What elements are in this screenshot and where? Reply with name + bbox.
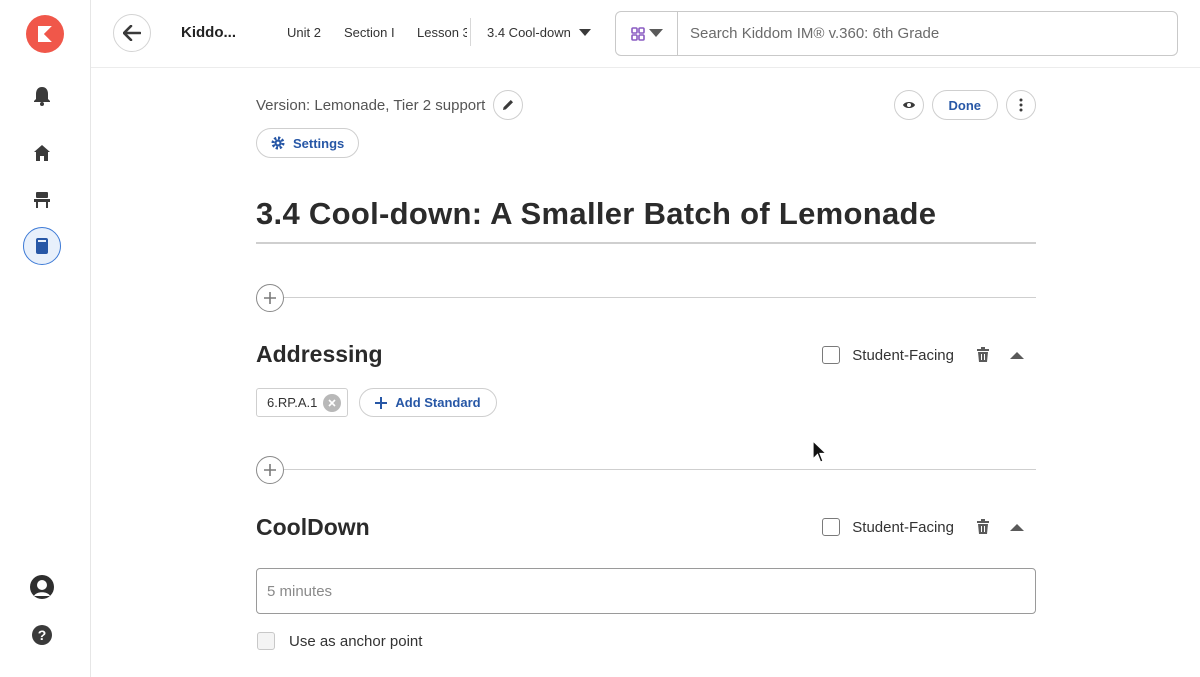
plus-icon bbox=[264, 464, 276, 476]
svg-text:?: ? bbox=[38, 627, 47, 643]
current-activity-dropdown[interactable]: 3.4 Cool-down bbox=[487, 25, 591, 40]
pencil-icon bbox=[503, 100, 514, 110]
help-question-icon[interactable]: ? bbox=[29, 622, 55, 648]
add-block-row bbox=[256, 284, 1036, 312]
standards-list: 6.RP.A.1 Add Standard bbox=[256, 388, 497, 417]
course-title[interactable]: Kiddo... bbox=[181, 24, 236, 41]
plus-icon bbox=[264, 292, 276, 304]
breadcrumb-unit[interactable]: Unit 2 bbox=[287, 25, 321, 40]
time-duration-input[interactable] bbox=[256, 568, 1036, 614]
add-standard-label: Add Standard bbox=[395, 395, 481, 410]
close-icon bbox=[328, 398, 336, 407]
arrow-left-icon bbox=[123, 25, 141, 41]
student-facing-checkbox[interactable] bbox=[822, 518, 841, 536]
add-block-button[interactable] bbox=[256, 284, 284, 312]
edit-version-button[interactable] bbox=[493, 90, 524, 120]
classroom-desk-icon[interactable] bbox=[29, 187, 55, 213]
student-facing-checkbox[interactable] bbox=[822, 346, 841, 364]
breadcrumb-section[interactable]: Section I bbox=[344, 25, 398, 40]
delete-section-button[interactable] bbox=[972, 344, 994, 366]
more-options-button[interactable] bbox=[1006, 90, 1036, 120]
settings-label: Settings bbox=[293, 135, 345, 151]
version-label: Version: Lemonade, Tier 2 support bbox=[256, 96, 486, 114]
anchor-point-row: Use as anchor point bbox=[257, 632, 422, 650]
anchor-point-checkbox[interactable] bbox=[257, 632, 275, 650]
top-bar: Kiddo... Unit 2 Section I Lesson 3 3.4 C… bbox=[91, 0, 1200, 68]
profile-avatar-icon[interactable] bbox=[29, 574, 55, 600]
delete-section-button[interactable] bbox=[972, 516, 994, 538]
search-filter-dropdown[interactable] bbox=[616, 12, 678, 55]
search-input[interactable] bbox=[678, 12, 1177, 55]
mouse-pointer-icon bbox=[812, 440, 828, 463]
caret-up-icon bbox=[1010, 351, 1024, 359]
home-icon[interactable] bbox=[29, 140, 55, 166]
standard-chip: 6.RP.A.1 bbox=[256, 388, 349, 417]
plus-icon bbox=[375, 396, 388, 409]
trash-icon bbox=[977, 519, 989, 534]
collapse-section-button[interactable] bbox=[1006, 344, 1028, 366]
standard-code: 6.RP.A.1 bbox=[267, 395, 318, 410]
student-facing-label: Student-Facing bbox=[852, 346, 954, 364]
kiddom-logo-icon bbox=[38, 26, 52, 42]
done-button[interactable]: Done bbox=[931, 90, 998, 120]
add-standard-button[interactable]: Add Standard bbox=[359, 388, 497, 417]
collapse-section-button[interactable] bbox=[1006, 516, 1028, 538]
gear-icon bbox=[271, 136, 285, 150]
breadcrumb-separator bbox=[470, 18, 471, 46]
section-tools-cooldown: Student-Facing bbox=[822, 516, 1028, 538]
section-title-addressing: Addressing bbox=[256, 341, 383, 367]
section-tools-addressing: Student-Facing bbox=[822, 344, 1028, 366]
kebab-menu-icon bbox=[1019, 98, 1023, 112]
breadcrumb-lesson[interactable]: Lesson 3 bbox=[417, 25, 467, 40]
anchor-point-label: Use as anchor point bbox=[289, 632, 423, 650]
version-row: Version: Lemonade, Tier 2 support bbox=[256, 90, 524, 120]
curriculum-book-icon[interactable] bbox=[23, 227, 61, 265]
caret-down-icon bbox=[648, 29, 663, 37]
notifications-bell-icon[interactable] bbox=[29, 83, 55, 109]
divider-line bbox=[284, 469, 1036, 470]
trash-icon bbox=[977, 347, 989, 362]
settings-button[interactable]: Settings bbox=[256, 128, 360, 158]
add-block-row bbox=[256, 456, 1036, 484]
preview-button[interactable] bbox=[893, 90, 924, 120]
kiddom-logo[interactable] bbox=[26, 15, 64, 53]
header-actions: Done bbox=[893, 90, 1036, 120]
add-block-button[interactable] bbox=[256, 456, 284, 484]
eye-icon bbox=[902, 102, 915, 108]
section-title-cooldown: CoolDown bbox=[256, 514, 370, 540]
left-rail: ? bbox=[0, 0, 91, 677]
caret-down-icon bbox=[578, 28, 591, 36]
remove-standard-button[interactable] bbox=[323, 393, 342, 412]
grid-filter-icon bbox=[630, 26, 645, 41]
page-title: 3.4 Cool-down: A Smaller Batch of Lemona… bbox=[256, 196, 1036, 244]
student-facing-label: Student-Facing bbox=[852, 518, 954, 536]
search-bar bbox=[615, 11, 1178, 56]
divider-line bbox=[284, 297, 1036, 298]
caret-up-icon bbox=[1010, 523, 1024, 531]
current-activity-label: 3.4 Cool-down bbox=[487, 25, 571, 40]
back-button[interactable] bbox=[113, 14, 151, 52]
